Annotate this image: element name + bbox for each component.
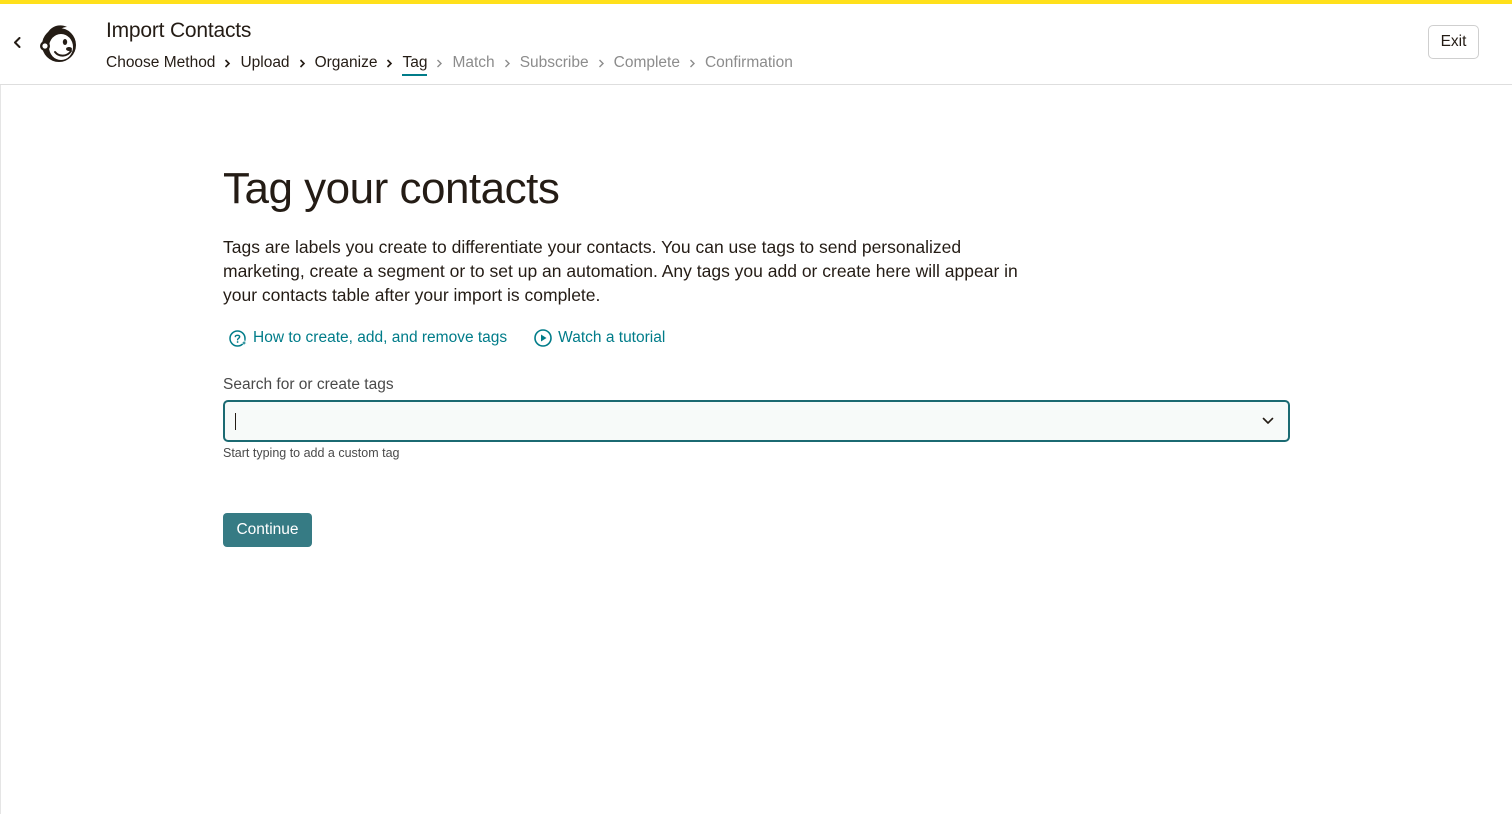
- step-confirmation: Confirmation: [704, 54, 793, 71]
- monkey-logo-icon: [40, 25, 76, 62]
- watch-tutorial-link-label: Watch a tutorial: [558, 329, 666, 346]
- import-steps-breadcrumb: Choose Method Upload Organize Tag Match …: [106, 52, 793, 76]
- help-tags-link[interactable]: How to create, add, and remove tags: [228, 328, 507, 348]
- page-header-title: Import Contacts: [106, 19, 252, 42]
- step-match: Match: [452, 54, 495, 71]
- step-tag[interactable]: Tag: [402, 54, 428, 76]
- help-sparkle-icon: [229, 330, 248, 347]
- tag-field-label: Search for or create tags: [223, 376, 394, 393]
- main-content: Tag your contacts Tags are labels you cr…: [0, 85, 1512, 814]
- step-organize[interactable]: Organize: [315, 54, 378, 72]
- mailchimp-logo[interactable]: [37, 21, 81, 65]
- intro-text: Tags are labels you create to differenti…: [223, 237, 1018, 305]
- watch-tutorial-link[interactable]: Watch a tutorial: [533, 328, 665, 348]
- play-circle-icon: [534, 329, 552, 347]
- chevron-down-icon: [1262, 417, 1274, 424]
- help-tags-link-label: How to create, add, and remove tags: [253, 329, 508, 346]
- tag-search-input[interactable]: [225, 402, 1248, 440]
- chevron-right-icon: [495, 59, 520, 68]
- tag-dropdown-toggle[interactable]: [1248, 402, 1288, 440]
- continue-button[interactable]: Continue: [223, 513, 312, 547]
- tag-combobox[interactable]: [223, 400, 1290, 442]
- step-choose-method[interactable]: Choose Method: [106, 54, 215, 72]
- page-title: Tag your contacts: [223, 164, 560, 213]
- help-links: How to create, add, and remove tags Watc…: [228, 328, 691, 348]
- chevron-right-icon: [427, 59, 452, 68]
- chevron-right-icon: [377, 58, 402, 68]
- top-bar: Import Contacts Choose Method Upload Org…: [0, 4, 1512, 85]
- step-complete: Complete: [613, 54, 680, 71]
- chevron-right-icon: [215, 58, 240, 68]
- chevron-right-icon: [290, 58, 315, 68]
- chevron-right-icon: [589, 59, 614, 68]
- back-button[interactable]: [8, 33, 26, 51]
- tag-field-hint: Start typing to add a custom tag: [223, 446, 400, 460]
- step-upload[interactable]: Upload: [240, 54, 289, 72]
- step-subscribe: Subscribe: [519, 54, 589, 71]
- chevron-right-icon: [680, 59, 705, 68]
- chevron-left-icon: [14, 36, 21, 48]
- text-caret: [235, 413, 236, 430]
- exit-button[interactable]: Exit: [1428, 25, 1479, 59]
